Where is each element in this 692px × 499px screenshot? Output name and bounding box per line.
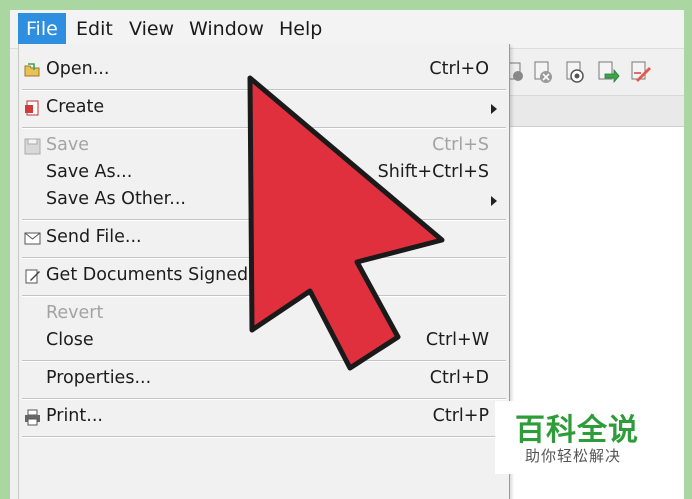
watermark-subtitle: 助你轻松解决 — [525, 447, 622, 465]
watermark-logo: 百科全说 助你轻松解决 — [495, 401, 655, 474]
watermark-title: 百科全说 — [515, 413, 639, 448]
red-arrow-icon — [247, 75, 445, 371]
